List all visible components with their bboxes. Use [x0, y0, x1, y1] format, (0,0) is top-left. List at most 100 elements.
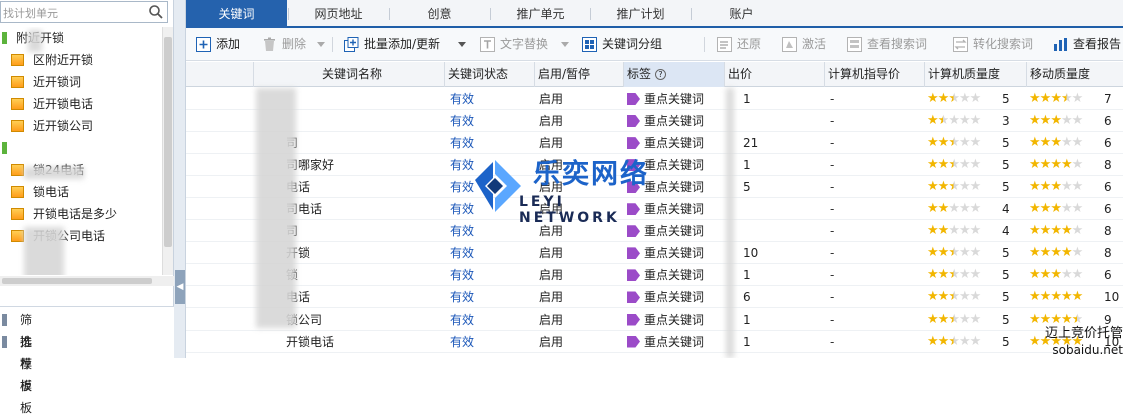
collapse-arrow-icon[interactable]: ◀: [175, 270, 185, 304]
tab-2[interactable]: 创意: [389, 0, 490, 28]
enabled-cell[interactable]: 启用: [539, 309, 563, 331]
tab-4[interactable]: 推广计划: [590, 0, 691, 28]
bulk-add-dropdown-icon[interactable]: [458, 42, 466, 47]
star-icon: ★: [969, 223, 982, 239]
status-cell[interactable]: 有效: [450, 309, 474, 331]
bid-cell[interactable]: 1: [743, 331, 751, 353]
star-icon: ★: [969, 179, 982, 195]
toolbar-divider: [332, 37, 333, 52]
star-icon: ★: [1071, 267, 1084, 283]
header-status[interactable]: 关键词状态: [445, 62, 535, 87]
table-row[interactable]: 锁有效启用重点关键词1-★★★★★5★★★★★6: [186, 264, 1123, 287]
bid-cell[interactable]: 10: [743, 242, 758, 264]
star-icon: ★: [1029, 289, 1041, 305]
tab-5[interactable]: 账户: [691, 0, 792, 28]
logo-text-cn: 乐奕网络: [533, 159, 649, 190]
star-icon: ★: [948, 223, 960, 239]
tree-node-label: 近开锁电话: [33, 97, 94, 111]
status-cell[interactable]: 有效: [450, 331, 474, 353]
table-row[interactable]: 锁公司 有效 启用 重点关键词 1- ★★★★★ 5 ★★★★★ 9: [186, 309, 1123, 331]
search-icon[interactable]: [148, 4, 164, 20]
star-icon: ★: [1029, 245, 1041, 261]
star-icon: ★: [969, 333, 982, 349]
table-row[interactable]: 开锁电话 有效 启用 重点关键词 1- ★★★★★ 5 ★★★★★ 10: [186, 331, 1123, 353]
status-cell[interactable]: 有效: [450, 242, 474, 264]
pc-guide-cell: -: [830, 224, 835, 239]
enabled-cell[interactable]: 启用: [539, 264, 563, 286]
bid-cell[interactable]: 1: [743, 264, 751, 286]
enabled-cell[interactable]: 启用: [539, 286, 563, 308]
status-cell[interactable]: 有效: [450, 88, 474, 110]
table-row[interactable]: 开锁 有效 启用 重点关键词 10- ★★★★★ 5 ★★★★★ 8: [186, 242, 1123, 265]
scrollbar-thumb[interactable]: [164, 37, 172, 247]
star-icon: ★: [927, 267, 939, 283]
star-icon: ★: [1039, 311, 1052, 327]
header-pc-guide-price[interactable]: 计算机指导价: [825, 62, 925, 87]
mobile-quality-stars: ★★★★★: [1029, 88, 1083, 110]
star-icon: ★: [927, 311, 939, 327]
tab-1[interactable]: 网页地址: [288, 0, 389, 28]
status-cell[interactable]: 有效: [450, 286, 474, 308]
tab-divider: [389, 8, 390, 20]
help-icon[interactable]: ?: [655, 69, 667, 80]
mobile-quality-score: 7: [1104, 92, 1112, 106]
header-mobile-quality[interactable]: 移动质量度: [1027, 62, 1123, 87]
text-replace-dropdown-icon[interactable]: [561, 42, 569, 47]
plan-search-input[interactable]: 找计划单元: [0, 1, 168, 23]
tree-vertical-scrollbar[interactable]: [162, 27, 173, 275]
pc-quality-stars: ★★★★★: [927, 176, 982, 198]
panel-collapse-bar[interactable]: ◀: [174, 0, 186, 358]
pc-quality-score: 5: [1002, 312, 1010, 327]
star-icon: ★: [958, 113, 971, 129]
pc-quality-score: 5: [1002, 92, 1010, 106]
header-bid[interactable]: 出价: [725, 62, 825, 87]
status-cell[interactable]: 有效: [450, 264, 474, 286]
pc-guide-cell: -: [830, 312, 835, 327]
enabled-cell[interactable]: 启用: [539, 88, 563, 110]
tag-cell: 重点关键词: [644, 268, 705, 283]
bid-cell[interactable]: 1: [743, 88, 751, 110]
header-keyword[interactable]: 关键词名称: [254, 62, 445, 87]
tree-node-label: 区附近开锁: [33, 53, 94, 67]
bid-cell[interactable]: 1: [743, 154, 751, 176]
tab-0[interactable]: 关键词: [186, 0, 287, 28]
header-pc-quality[interactable]: 计算机质量度: [925, 62, 1027, 87]
star-icon: ★: [1039, 223, 1052, 239]
star-icon: ★: [1071, 157, 1084, 173]
table-row[interactable]: 有效 启用 重点关键词 1- ★★★★★ 5 ★★★★★ 7: [186, 88, 1123, 110]
header-select[interactable]: [186, 62, 254, 87]
plan-folder-icon: [2, 32, 7, 44]
bid-cell[interactable]: 6: [743, 286, 751, 308]
star-icon: ★: [1039, 157, 1052, 173]
bid-cell[interactable]: 5: [743, 176, 751, 198]
header-tag[interactable]: 标签?: [624, 62, 725, 87]
star-icon: ★: [948, 311, 960, 327]
bid-cell[interactable]: 21: [743, 132, 758, 154]
tab-3[interactable]: 推广单元: [490, 0, 591, 28]
delete-dropdown-icon[interactable]: [317, 42, 325, 47]
tree-horizontal-scrollbar[interactable]: [0, 276, 174, 286]
bid-cell[interactable]: 1: [743, 309, 751, 331]
scrollbar-thumb[interactable]: [2, 278, 152, 284]
enabled-cell[interactable]: 启用: [539, 242, 563, 264]
star-icon: ★: [937, 223, 950, 239]
star-icon: ★: [927, 223, 939, 239]
enabled-cell[interactable]: 启用: [539, 110, 563, 132]
star-icon: ★: [1071, 135, 1084, 151]
table-row[interactable]: 电话 有效 启用 重点关键词 6- ★★★★★ 5 ★★★★★ 10: [186, 286, 1123, 309]
mobile-quality-score: 10: [1104, 290, 1120, 305]
tag-icon: [627, 115, 640, 128]
pc-quality-stars: ★★★★★: [927, 88, 981, 110]
star-icon: ★: [948, 201, 960, 217]
enabled-cell[interactable]: 启用: [539, 331, 563, 353]
table-row[interactable]: 有效 启用 重点关键词 - ★★★★★ 3 ★★★★★ 6: [186, 110, 1123, 133]
corner-watermark: 迈上竞价托管 sobaidu.net: [1016, 326, 1123, 358]
header-enabled[interactable]: 启用/暂停: [535, 62, 624, 87]
star-icon: ★: [958, 289, 971, 305]
star-icon: ★: [948, 289, 960, 305]
mobile-quality-score: 6: [1104, 180, 1112, 195]
star-icon: ★: [937, 157, 950, 173]
status-cell[interactable]: 有效: [450, 110, 474, 132]
pc-quality-stars: ★★★★★: [927, 242, 981, 264]
star-icon: ★: [1039, 245, 1052, 261]
